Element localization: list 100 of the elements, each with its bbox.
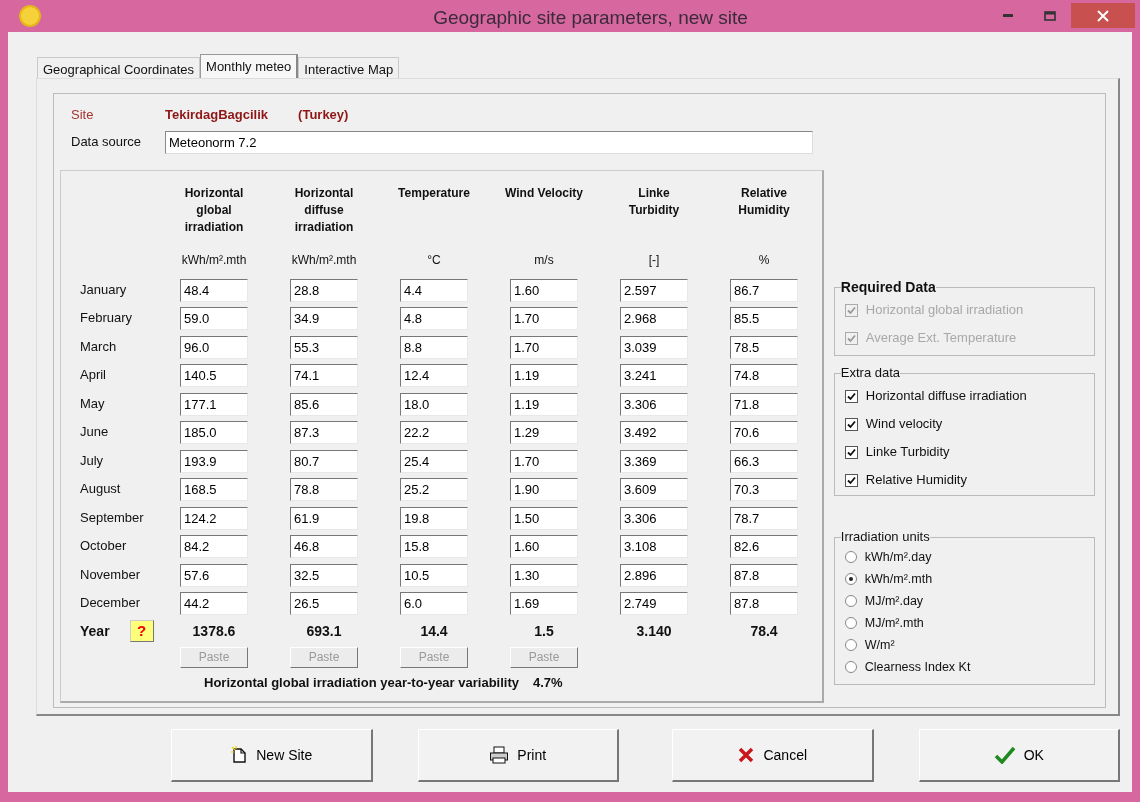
value-field[interactable]: 177.1 <box>180 392 248 416</box>
value-field[interactable]: 46.8 <box>290 535 358 559</box>
value-field[interactable]: 85.5 <box>730 307 798 331</box>
value-field[interactable]: 1.19 <box>510 392 578 416</box>
value-field[interactable]: 1.60 <box>510 278 578 302</box>
radio-button[interactable] <box>844 573 857 585</box>
close-button[interactable] <box>1071 3 1135 28</box>
value-field[interactable]: 18.0 <box>400 392 468 416</box>
radio-button[interactable] <box>844 595 857 607</box>
value-field[interactable]: 6.0 <box>400 592 468 616</box>
value-field[interactable]: 124.2 <box>180 506 248 530</box>
checkbox[interactable] <box>844 445 858 459</box>
value-field[interactable]: 55.3 <box>290 335 358 359</box>
tab[interactable]: Geographical Coordinates <box>37 57 201 78</box>
value-field[interactable]: 185.0 <box>180 421 248 445</box>
value-field[interactable]: 70.3 <box>730 478 798 502</box>
value-field[interactable]: 48.4 <box>180 278 248 302</box>
data-source-field[interactable]: Meteonorm 7.2 <box>165 130 813 154</box>
radio-button[interactable] <box>844 551 857 563</box>
value-field[interactable]: 61.9 <box>290 506 358 530</box>
value-field[interactable]: 70.6 <box>730 421 798 445</box>
value-field[interactable]: 3.039 <box>620 335 688 359</box>
checkbox[interactable] <box>844 473 858 487</box>
value-field[interactable]: 3.306 <box>620 392 688 416</box>
value-field[interactable]: 66.3 <box>730 449 798 473</box>
value-field[interactable]: 78.5 <box>730 335 798 359</box>
value-field[interactable]: 84.2 <box>180 535 248 559</box>
value-field[interactable]: 87.8 <box>730 563 798 587</box>
year-total: 693.1 <box>306 621 342 641</box>
radio-button[interactable] <box>844 639 857 651</box>
value-field[interactable]: 12.4 <box>400 364 468 388</box>
value-field[interactable]: 80.7 <box>290 449 358 473</box>
value-field[interactable]: 140.5 <box>180 364 248 388</box>
value-field[interactable]: 1.70 <box>510 307 578 331</box>
value-field[interactable]: 3.108 <box>620 535 688 559</box>
value-field[interactable]: 3.609 <box>620 478 688 502</box>
value-field[interactable]: 19.8 <box>400 506 468 530</box>
value-field[interactable]: 96.0 <box>180 335 248 359</box>
value-field[interactable]: 193.9 <box>180 449 248 473</box>
value-field[interactable]: 59.0 <box>180 307 248 331</box>
unit-label: kWh/m².mth <box>181 252 247 269</box>
value-field[interactable]: 82.6 <box>730 535 798 559</box>
radio-label: kWh/m².mth <box>864 570 933 588</box>
site-country: (Turkey) <box>298 106 349 125</box>
value-field[interactable]: 32.5 <box>290 563 358 587</box>
value-field[interactable]: 1.50 <box>510 506 578 530</box>
value-field[interactable]: 71.8 <box>730 392 798 416</box>
dialog-button[interactable]: Print <box>417 729 619 782</box>
value-field[interactable]: 25.2 <box>400 478 468 502</box>
value-field[interactable]: 74.8 <box>730 364 798 388</box>
site-name: TekirdagBagcilik <box>165 106 269 125</box>
value-field[interactable]: 2.597 <box>620 278 688 302</box>
value-field[interactable]: 44.2 <box>180 592 248 616</box>
value-field[interactable]: 8.8 <box>400 335 468 359</box>
dialog-button[interactable]: Cancel <box>672 729 874 782</box>
value-field[interactable]: 4.8 <box>400 307 468 331</box>
value-field[interactable]: 1.60 <box>510 535 578 559</box>
value-field[interactable]: 1.70 <box>510 449 578 473</box>
tab[interactable]: Interactive Map <box>298 57 400 78</box>
value-field[interactable]: 87.8 <box>730 592 798 616</box>
dialog-button[interactable]: New Site <box>171 729 373 782</box>
value-field[interactable]: 2.896 <box>620 563 688 587</box>
column-heading: Linke Turbidity <box>627 185 681 219</box>
value-field[interactable]: 86.7 <box>730 278 798 302</box>
radio-button[interactable] <box>844 661 857 673</box>
value-field[interactable]: 1.29 <box>510 421 578 445</box>
value-field[interactable]: 78.8 <box>290 478 358 502</box>
radio-label: MJ/m².day <box>864 592 924 610</box>
value-field[interactable]: 87.3 <box>290 421 358 445</box>
value-field[interactable]: 34.9 <box>290 307 358 331</box>
value-field[interactable]: 28.8 <box>290 278 358 302</box>
radio-button[interactable] <box>844 617 857 629</box>
value-field[interactable]: 10.5 <box>400 563 468 587</box>
value-field[interactable]: 1.19 <box>510 364 578 388</box>
checkbox[interactable] <box>844 417 858 431</box>
value-field[interactable]: 78.7 <box>730 506 798 530</box>
value-field[interactable]: 3.369 <box>620 449 688 473</box>
value-field[interactable]: 2.968 <box>620 307 688 331</box>
value-field[interactable]: 3.241 <box>620 364 688 388</box>
value-field[interactable]: 25.4 <box>400 449 468 473</box>
value-field[interactable]: 22.2 <box>400 421 468 445</box>
value-field[interactable]: 15.8 <box>400 535 468 559</box>
tab[interactable]: Monthly meteo <box>200 54 299 78</box>
value-field[interactable]: 3.306 <box>620 506 688 530</box>
dialog-button[interactable]: OK <box>918 729 1120 782</box>
value-field[interactable]: 3.492 <box>620 421 688 445</box>
printer-icon <box>489 746 510 764</box>
help-button[interactable]: ? <box>129 620 154 642</box>
value-field[interactable]: 1.90 <box>510 478 578 502</box>
value-field[interactable]: 168.5 <box>180 478 248 502</box>
checkbox[interactable] <box>844 389 858 403</box>
value-field[interactable]: 1.69 <box>510 592 578 616</box>
value-field[interactable]: 2.749 <box>620 592 688 616</box>
value-field[interactable]: 26.5 <box>290 592 358 616</box>
value-field[interactable]: 1.70 <box>510 335 578 359</box>
value-field[interactable]: 4.4 <box>400 278 468 302</box>
value-field[interactable]: 1.30 <box>510 563 578 587</box>
value-field[interactable]: 57.6 <box>180 563 248 587</box>
value-field[interactable]: 85.6 <box>290 392 358 416</box>
value-field[interactable]: 74.1 <box>290 364 358 388</box>
